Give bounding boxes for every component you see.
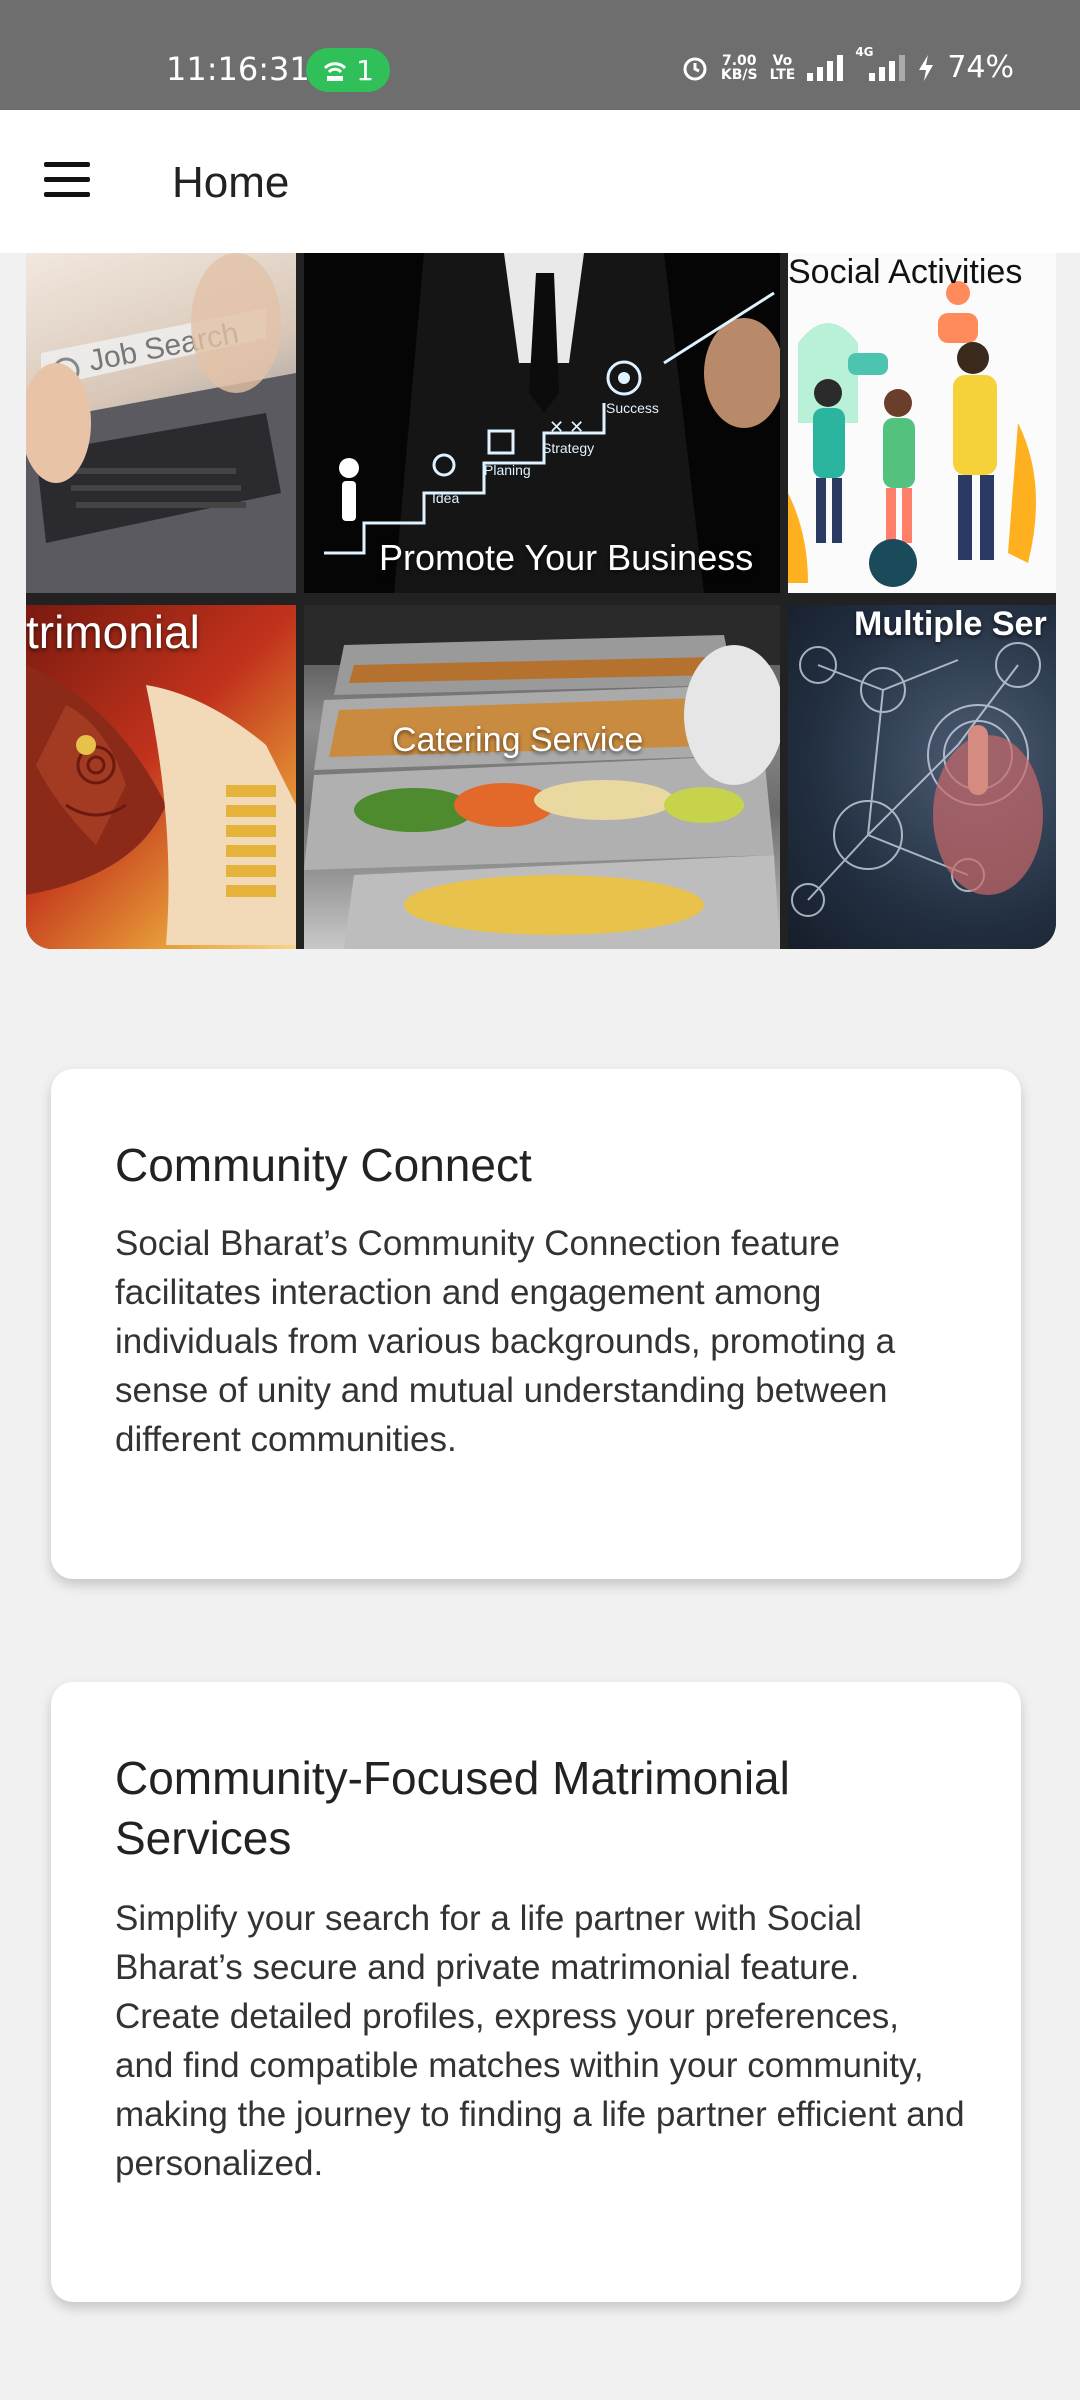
hotspot-count: 1 (356, 53, 374, 87)
multiple-services-label: Multiple Ser (854, 605, 1047, 643)
hotspot-icon (324, 62, 347, 81)
step-idea-label: Idea (432, 490, 459, 506)
app-bar: Home (0, 110, 1080, 253)
catering-service-tile[interactable]: Catering Service (304, 605, 780, 949)
card-description: Simplify your search for a life partner … (115, 1899, 965, 2183)
services-collage[interactable]: Job Search Idea Planing ✕ ✕ Strategy Suc… (26, 253, 1056, 949)
card-title: Community Connect (115, 1139, 532, 1191)
card-description: Social Bharat’s Community Connection fea… (115, 1224, 896, 1459)
matrimonial-tile[interactable]: trimonial (26, 605, 296, 949)
people-chatting-image (788, 281, 1036, 587)
step-planing-label: Planing (484, 462, 531, 478)
status-bar: 11:16:31 1 7.00 KB/S Vo LTE 4G 74% (0, 0, 1080, 110)
alarm-icon (683, 57, 707, 80)
matrimonial-label: trimonial (26, 606, 200, 658)
volte-indicator: Vo LTE (769, 52, 796, 83)
hamburger-menu-icon[interactable] (44, 162, 90, 198)
buffet-food-image (304, 605, 780, 949)
page-title: Home (172, 158, 290, 207)
multiple-services-tile[interactable]: Multiple Ser (788, 605, 1056, 949)
signal-icon (807, 54, 844, 81)
social-activities-tile[interactable]: Social Activities (788, 253, 1056, 593)
promote-business-label: Promote Your Business (379, 537, 754, 578)
status-icons: 7.00 KB/S Vo LTE 4G 74% (681, 45, 1014, 85)
matrimonial-services-card[interactable]: Community-Focused Matrimonial Services S… (51, 1682, 1021, 2302)
card-title: Community-Focused Matrimonial Services (115, 1752, 790, 1864)
svg-text:✕ ✕: ✕ ✕ (549, 417, 584, 437)
catering-service-label: Catering Service (392, 721, 644, 759)
status-time: 11:16:31 (166, 50, 310, 88)
social-activities-label: Social Activities (788, 253, 1023, 291)
charging-icon (919, 54, 934, 81)
battery-level: 74% (947, 50, 1014, 85)
step-strategy-label: Strategy (542, 440, 594, 456)
job-search-tile[interactable]: Job Search (26, 253, 296, 593)
net-speed: 7.00 KB/S (720, 52, 758, 83)
signal-4g-icon: 4G (855, 45, 906, 81)
laptop-search-image: Job Search (26, 253, 296, 593)
promote-business-tile[interactable]: Idea Planing ✕ ✕ Strategy Success Promot… (304, 253, 780, 593)
community-connect-card[interactable]: Community Connect Social Bharat’s Commun… (51, 1069, 1021, 1579)
network-touch-image (791, 642, 1043, 917)
step-success-label: Success (606, 400, 659, 416)
hotspot-badge: 1 (306, 48, 390, 92)
